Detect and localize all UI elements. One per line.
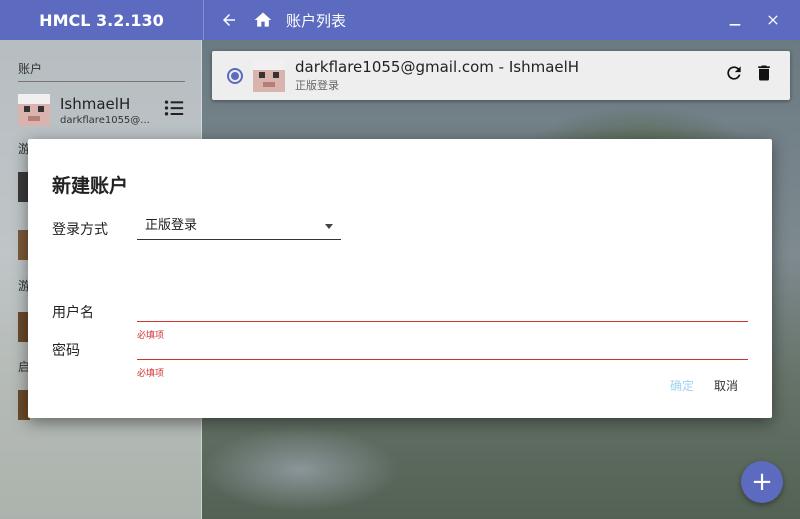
refresh-icon[interactable] (724, 63, 744, 88)
title-divider (203, 0, 204, 40)
new-account-dialog: 新建账户 登录方式 正版登录 用户名 必填项 密码 必填项 确定 取消 (28, 139, 772, 418)
username-label: 用户名 (52, 305, 94, 321)
login-method-value: 正版登录 (145, 218, 198, 233)
minimize-icon[interactable] (724, 9, 746, 31)
dropdown-arrow-icon (325, 224, 333, 229)
account-card-subtitle: 正版登录 (295, 79, 339, 92)
sidebar-account-name: IshmaelH (60, 94, 131, 113)
account-card[interactable]: darkflare1055@gmail.com - IshmaelH 正版登录 (212, 51, 790, 100)
trash-icon[interactable] (754, 63, 774, 88)
add-account-button[interactable]: + (741, 461, 783, 503)
account-select-radio[interactable] (227, 67, 243, 84)
password-error: 必填项 (137, 369, 165, 379)
login-method-label: 登录方式 (52, 222, 108, 238)
password-label: 密码 (52, 343, 80, 359)
confirm-button[interactable]: 确定 (670, 377, 694, 394)
page-title: 账户列表 (286, 11, 347, 30)
title-bar: HMCL 3.2.130 账户列表 (0, 0, 800, 40)
avatar (18, 94, 50, 126)
username-input[interactable] (137, 298, 748, 322)
window-controls (724, 9, 784, 31)
sidebar-section-accounts: 账户 (18, 62, 43, 76)
list-menu-icon[interactable] (164, 98, 184, 122)
plus-icon: + (751, 467, 773, 497)
login-method-select[interactable]: 正版登录 (137, 216, 341, 240)
sidebar-account-email: darkflare1055@... (60, 114, 150, 126)
dialog-title: 新建账户 (52, 175, 129, 197)
avatar (253, 59, 285, 92)
app-title: HMCL 3.2.130 (39, 10, 164, 30)
home-icon[interactable] (252, 9, 274, 31)
password-input[interactable] (137, 336, 748, 360)
close-icon[interactable] (762, 9, 784, 31)
sidebar-account-item[interactable]: IshmaelH darkflare1055@... (0, 82, 201, 126)
back-arrow-icon[interactable] (218, 9, 240, 31)
account-card-title: darkflare1055@gmail.com - IshmaelH (295, 58, 580, 76)
cancel-button[interactable]: 取消 (714, 377, 738, 394)
